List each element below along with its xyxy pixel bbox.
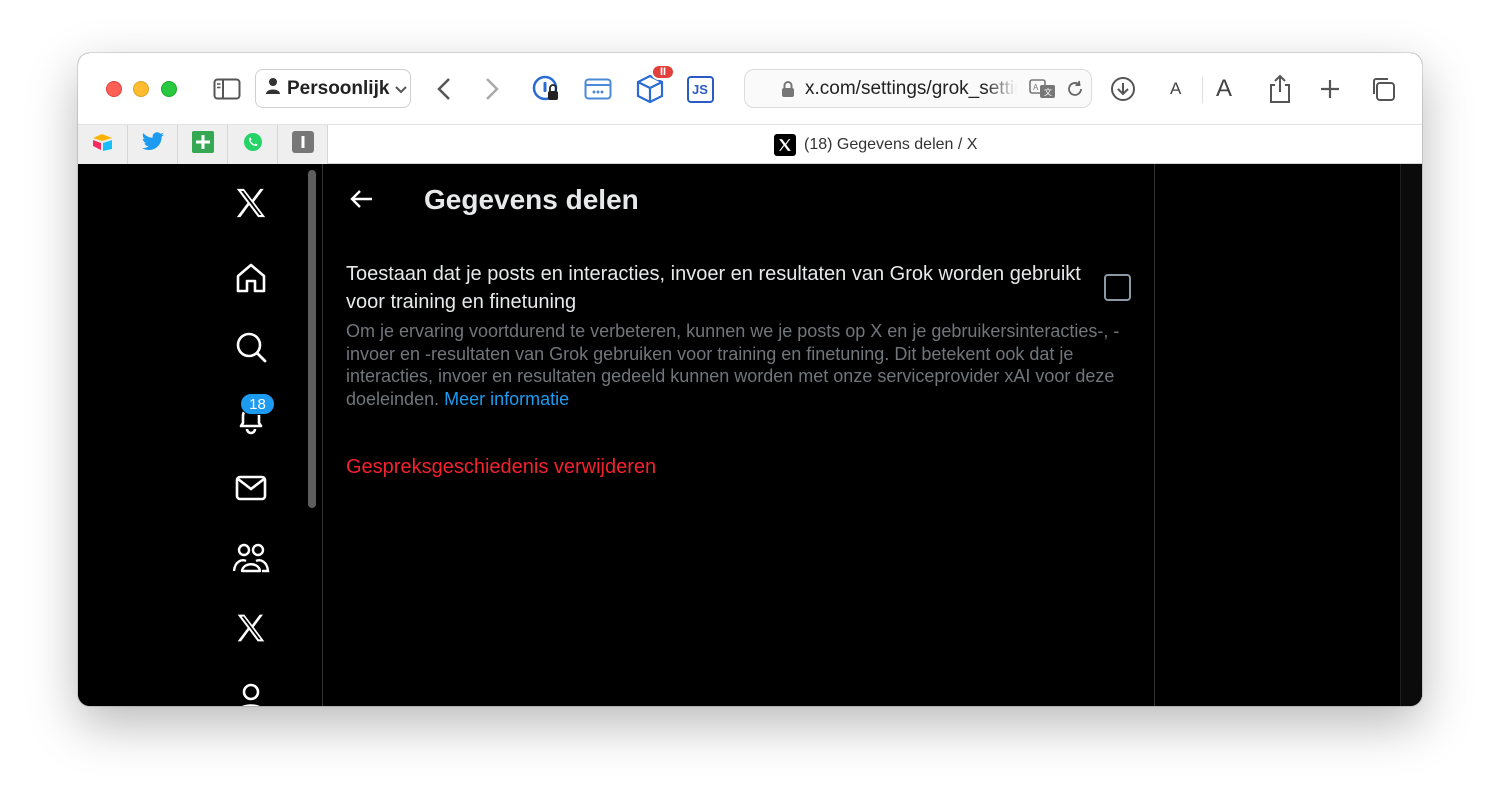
- twitter-icon: [141, 132, 165, 157]
- share-icon[interactable]: [1266, 73, 1294, 105]
- tab-overview-icon[interactable]: [1368, 74, 1398, 104]
- svg-text:文: 文: [1044, 87, 1052, 97]
- browser-window: Persoonlijk II JS x.com/settings/grok_se…: [78, 53, 1422, 706]
- primary-nav: [218, 164, 284, 706]
- chevron-down-icon: [395, 78, 408, 100]
- pinned-tab-whatsapp[interactable]: [228, 125, 278, 164]
- mail-icon[interactable]: [229, 466, 273, 510]
- decrease-font-button[interactable]: A: [1170, 79, 1181, 99]
- reload-icon[interactable]: [1065, 79, 1085, 105]
- profile-label: Persoonlijk: [287, 77, 390, 99]
- column-divider: [322, 164, 323, 706]
- forward-navigation-icon[interactable]: [478, 75, 506, 103]
- instapaper-icon: [291, 131, 314, 158]
- home-icon[interactable]: [229, 256, 273, 300]
- page-scrollbar[interactable]: [1400, 164, 1422, 706]
- pinned-tab-instapaper[interactable]: [278, 125, 328, 164]
- address-bar[interactable]: x.com/settings/grok_settings A文: [744, 69, 1092, 108]
- close-window-button[interactable]: [106, 81, 122, 97]
- translate-icon[interactable]: A文: [1029, 79, 1057, 105]
- url-text: x.com/settings/grok_settings: [805, 77, 1017, 99]
- communities-icon[interactable]: [229, 536, 273, 580]
- column-divider: [1154, 164, 1155, 706]
- password-manager-icon[interactable]: [530, 73, 562, 105]
- minimize-window-button[interactable]: [133, 81, 149, 97]
- notification-badge: 18: [240, 393, 275, 415]
- font-divider: [1202, 77, 1203, 103]
- browser-toolbar: Persoonlijk II JS x.com/settings/grok_se…: [78, 53, 1422, 125]
- sidebar-scrollbar-thumb[interactable]: [308, 170, 316, 508]
- profile-button[interactable]: Persoonlijk: [255, 69, 411, 108]
- x-favicon-icon: [774, 134, 796, 156]
- pinned-tab-sheets[interactable]: [178, 125, 228, 164]
- new-tab-icon[interactable]: [1316, 75, 1344, 103]
- back-button[interactable]: [342, 181, 382, 221]
- page-title: Gegevens delen: [424, 184, 639, 215]
- arrow-left-icon: [350, 189, 374, 214]
- training-consent-checkbox[interactable]: [1104, 274, 1131, 301]
- person-icon: [265, 77, 281, 101]
- whatsapp-icon: [243, 132, 263, 157]
- pinned-tab-twitter[interactable]: [128, 125, 178, 164]
- js-extension-label: JS: [686, 75, 714, 103]
- extension-badge: II: [651, 64, 675, 80]
- x-logo-icon[interactable]: [229, 181, 273, 225]
- tab-bar: (18) Gegevens delen / X: [78, 125, 1422, 164]
- pinned-tab-airtable[interactable]: [78, 125, 128, 164]
- js-extension-icon[interactable]: JS: [685, 75, 715, 103]
- zoom-window-button[interactable]: [161, 81, 177, 97]
- delete-history-button[interactable]: Gespreksgeschiedenis verwijderen: [346, 456, 656, 479]
- tab-active[interactable]: (18) Gegevens delen / X: [774, 134, 977, 156]
- learn-more-link[interactable]: Meer informatie: [444, 389, 569, 409]
- setting-title[interactable]: Toestaan dat je posts en interacties, in…: [346, 260, 1086, 316]
- search-icon[interactable]: [229, 325, 273, 369]
- back-navigation-icon[interactable]: [430, 75, 458, 103]
- lock-icon: [781, 81, 795, 104]
- airtable-icon: [92, 132, 114, 157]
- tab-title: (18) Gegevens delen / X: [804, 136, 978, 153]
- setting-description: Om je ervaring voortdurend te verbeteren…: [346, 320, 1136, 410]
- sheets-icon: [191, 131, 214, 158]
- x-premium-icon[interactable]: [229, 606, 273, 650]
- profile-icon[interactable]: [229, 676, 273, 706]
- svg-text:A: A: [1033, 83, 1039, 92]
- increase-font-button[interactable]: A: [1216, 75, 1232, 103]
- sidebar-toggle-icon[interactable]: [212, 75, 242, 103]
- x-page: 18 Gegevens delen Toestaan dat je posts …: [78, 164, 1422, 706]
- calendar-extension-icon[interactable]: [582, 75, 614, 103]
- downloads-icon[interactable]: [1109, 75, 1137, 103]
